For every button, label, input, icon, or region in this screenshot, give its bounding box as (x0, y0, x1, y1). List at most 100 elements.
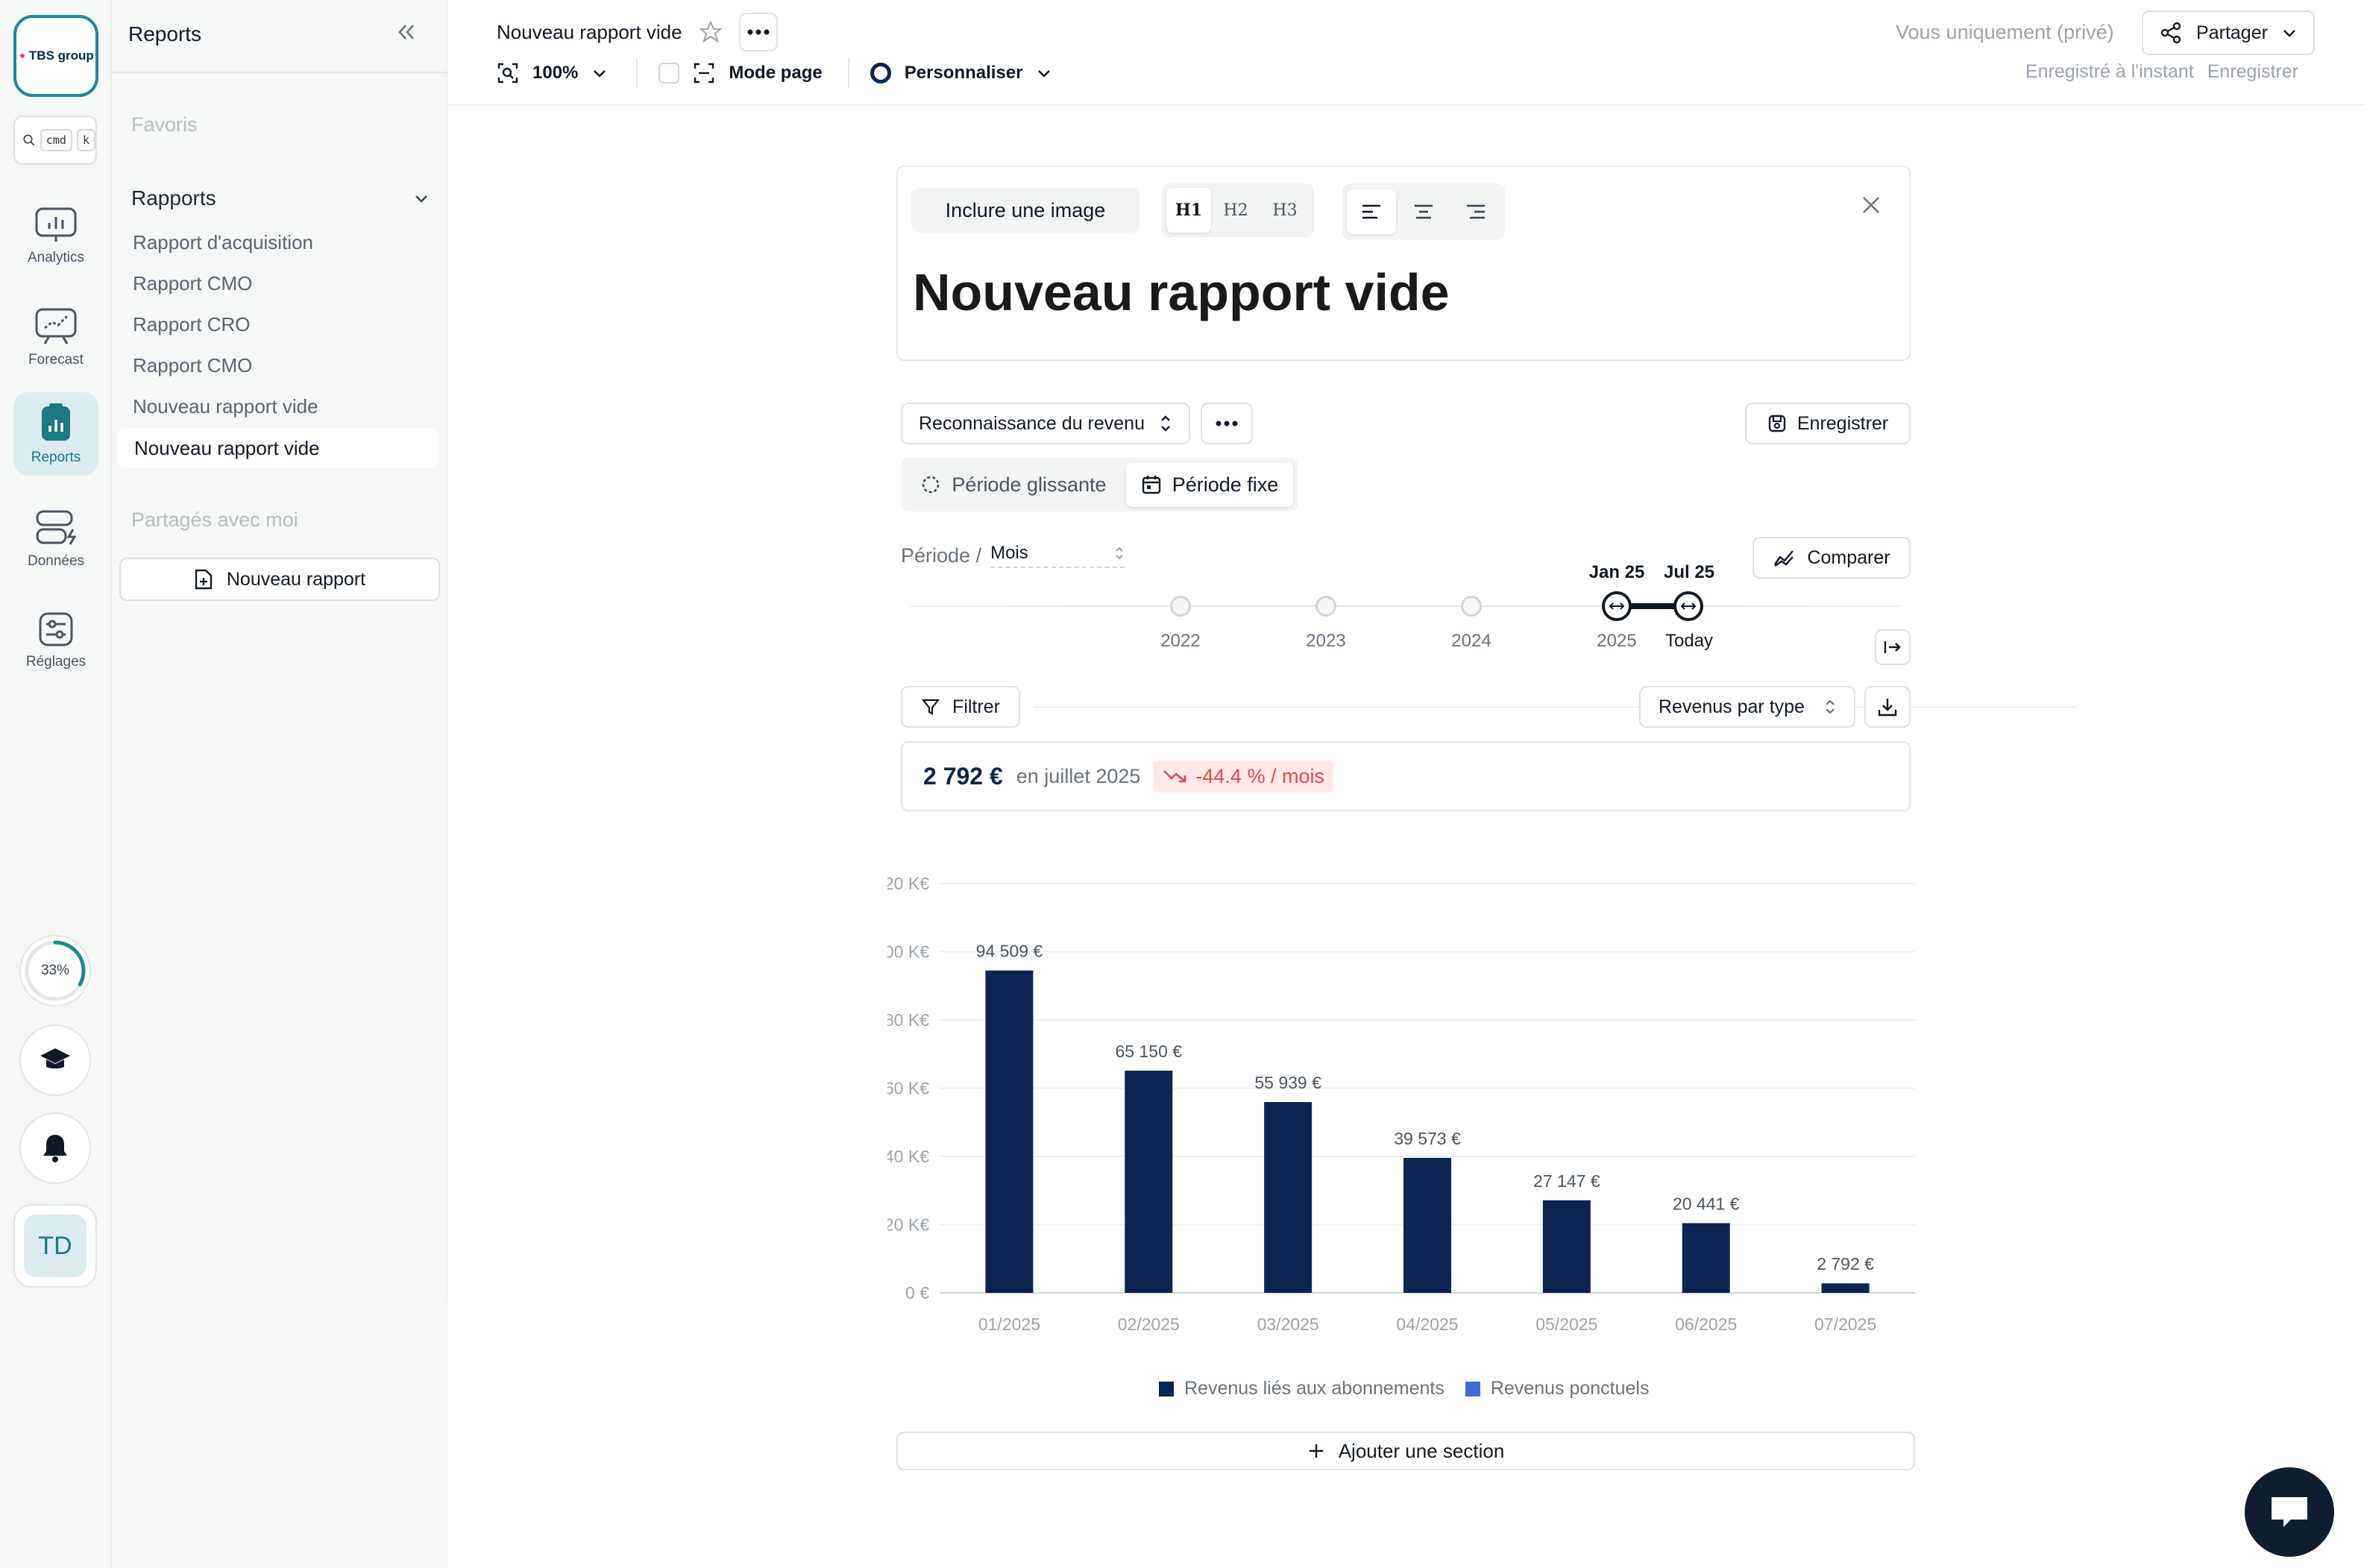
bar-subscription[interactable] (1682, 1223, 1730, 1293)
chevron-down-icon (594, 70, 606, 78)
bar-subscription[interactable] (1821, 1283, 1870, 1293)
user-avatar[interactable]: TD (13, 1204, 97, 1288)
breakdown-label: Revenus par type (1659, 696, 1805, 717)
y-tick-label: 60 K€ (887, 1079, 929, 1098)
report-save-button[interactable]: Enregistrer (1745, 403, 1911, 444)
granularity-value: Mois (990, 543, 1028, 563)
new-report-button[interactable]: Nouveau rapport (119, 558, 440, 601)
double-chevron-left-icon (398, 25, 414, 40)
heading-h2-button[interactable]: H2 (1211, 188, 1260, 233)
zoom-dropdown[interactable]: 100% (497, 62, 608, 84)
add-section-button[interactable]: Ajouter une section (896, 1432, 1915, 1470)
rail-item-donnees[interactable]: Données (13, 498, 98, 580)
customize-label: Personnaliser (904, 63, 1023, 83)
rail-item-analytics[interactable]: Analytics (13, 195, 98, 277)
notifications-button[interactable] (19, 1112, 91, 1184)
company-logo[interactable]: ✦ TBS group (13, 15, 98, 97)
doc-more-button[interactable] (738, 13, 778, 51)
filter-button[interactable]: Filtrer (901, 686, 1020, 728)
sidebar-report-link-active[interactable]: Nouveau rapport vide (118, 428, 438, 468)
timeline-dot-2024[interactable] (1461, 596, 1482, 617)
text-align-group (1342, 183, 1505, 240)
reports-section-toggle[interactable]: Rapports (131, 186, 430, 210)
bar-data-label: 39 573 € (1394, 1129, 1461, 1148)
doc-title[interactable]: Nouveau rapport vide (497, 21, 682, 44)
align-center-icon (1415, 204, 1433, 219)
database-icon (36, 510, 77, 545)
save-icon (1768, 415, 1786, 432)
sidebar-report-link[interactable]: Rapport CRO (133, 313, 251, 336)
metric-selector[interactable]: Reconnaissance du revenu (901, 403, 1190, 444)
academy-button[interactable] (19, 1024, 91, 1096)
page-mode-label: Mode page (729, 63, 823, 83)
close-icon (1863, 197, 1879, 213)
toolbar-divider (847, 58, 849, 88)
bar-subscription[interactable] (1542, 1200, 1591, 1293)
metric-more-button[interactable] (1201, 403, 1253, 444)
timeline-jump-to-end-button[interactable] (1875, 629, 1911, 665)
y-tick-label: 40 K€ (887, 1147, 929, 1166)
compare-button[interactable]: Comparer (1752, 537, 1911, 579)
progress-label: 33% (40, 963, 70, 978)
header-save-link[interactable]: Enregistrer (2207, 61, 2298, 83)
bar-subscription[interactable] (985, 970, 1034, 1293)
sidebar-report-link[interactable]: Rapport d'acquisition (133, 231, 313, 254)
page-mode-toggle[interactable]: Mode page (658, 62, 823, 84)
avatar-initials: TD (24, 1215, 87, 1277)
align-left-button[interactable] (1347, 189, 1396, 234)
new-report-label: Nouveau rapport (226, 568, 366, 590)
close-title-editor-button[interactable] (1860, 194, 1882, 221)
timeline-dot-2022[interactable] (1170, 596, 1191, 617)
bar-subscription[interactable] (1403, 1157, 1451, 1293)
y-tick-label: 20 K€ (887, 1215, 929, 1235)
breakdown-selector[interactable]: Revenus par type (1639, 686, 1855, 728)
chat-support-button[interactable] (2245, 1467, 2334, 1557)
bar-subscription[interactable] (1264, 1102, 1313, 1293)
align-right-button[interactable] (1451, 189, 1500, 234)
timeline-range-end-handle[interactable] (1673, 591, 1703, 621)
rail-item-reglages[interactable]: Réglages (13, 599, 98, 681)
rail-label-donnees: Données (27, 553, 85, 569)
arrow-to-end-icon (1884, 641, 1901, 653)
align-right-icon (1467, 204, 1485, 219)
include-image-button[interactable]: Inclure une image (911, 188, 1139, 233)
bar-subscription[interactable] (1125, 1070, 1173, 1293)
onboarding-progress[interactable]: 33% (19, 935, 91, 1007)
title-block[interactable]: Inclure une image H1 H2 H3 Nouveau rappo… (896, 166, 1911, 361)
fixed-period-option[interactable]: Période fixe (1126, 462, 1293, 507)
download-button[interactable] (1864, 686, 1911, 728)
timeline-dot-2023[interactable] (1315, 596, 1336, 617)
rail-item-reports[interactable]: Reports (13, 392, 98, 476)
command-search-button[interactable]: cmd k (13, 116, 97, 165)
x-tick-label: 03/2025 (1257, 1314, 1319, 1334)
fixed-period-label: Période fixe (1172, 473, 1279, 496)
report-title[interactable]: Nouveau rapport vide (913, 262, 1450, 322)
customize-dropdown[interactable]: Personnaliser (870, 63, 1053, 84)
heading-h1-button[interactable]: H1 (1166, 188, 1211, 233)
bar-data-label: 65 150 € (1116, 1042, 1183, 1061)
chevron-up-down-icon (1116, 547, 1123, 560)
collapse-sidebar-button[interactable] (395, 21, 418, 48)
shared-with-me-header: Partagés avec moi (131, 509, 298, 531)
timeline-track[interactable] (910, 605, 1902, 607)
sidebar-report-link[interactable]: Nouveau rapport vide (133, 395, 318, 418)
reports-icon (42, 403, 70, 441)
visibility-status[interactable]: Vous uniquement (privé) (1896, 21, 2114, 44)
heading-level-group: H1 H2 H3 (1162, 183, 1314, 237)
sidebar-report-link[interactable]: Rapport CMO (133, 354, 252, 377)
kbd-cmd: cmd (40, 129, 72, 151)
sidebar-report-link[interactable]: Rapport CMO (133, 272, 252, 295)
align-center-button[interactable] (1399, 189, 1448, 234)
timeline-range-start-handle[interactable] (1602, 591, 1632, 621)
plus-icon (1309, 1444, 1323, 1458)
rail-item-forecast[interactable]: Forecast (13, 297, 98, 379)
rolling-period-option[interactable]: Période glissante (905, 462, 1122, 507)
granularity-select[interactable]: Mois (990, 543, 1125, 568)
heading-h3-button[interactable]: H3 (1260, 188, 1310, 233)
star-icon[interactable] (698, 20, 723, 44)
page-mode-icon (694, 63, 714, 84)
legend-label-subscription[interactable]: Revenus liés aux abonnements (1184, 1378, 1445, 1399)
legend-label-one-time[interactable]: Revenus ponctuels (1491, 1378, 1650, 1399)
share-button[interactable]: Partager (2142, 10, 2315, 55)
page-mode-checkbox[interactable] (658, 63, 680, 84)
